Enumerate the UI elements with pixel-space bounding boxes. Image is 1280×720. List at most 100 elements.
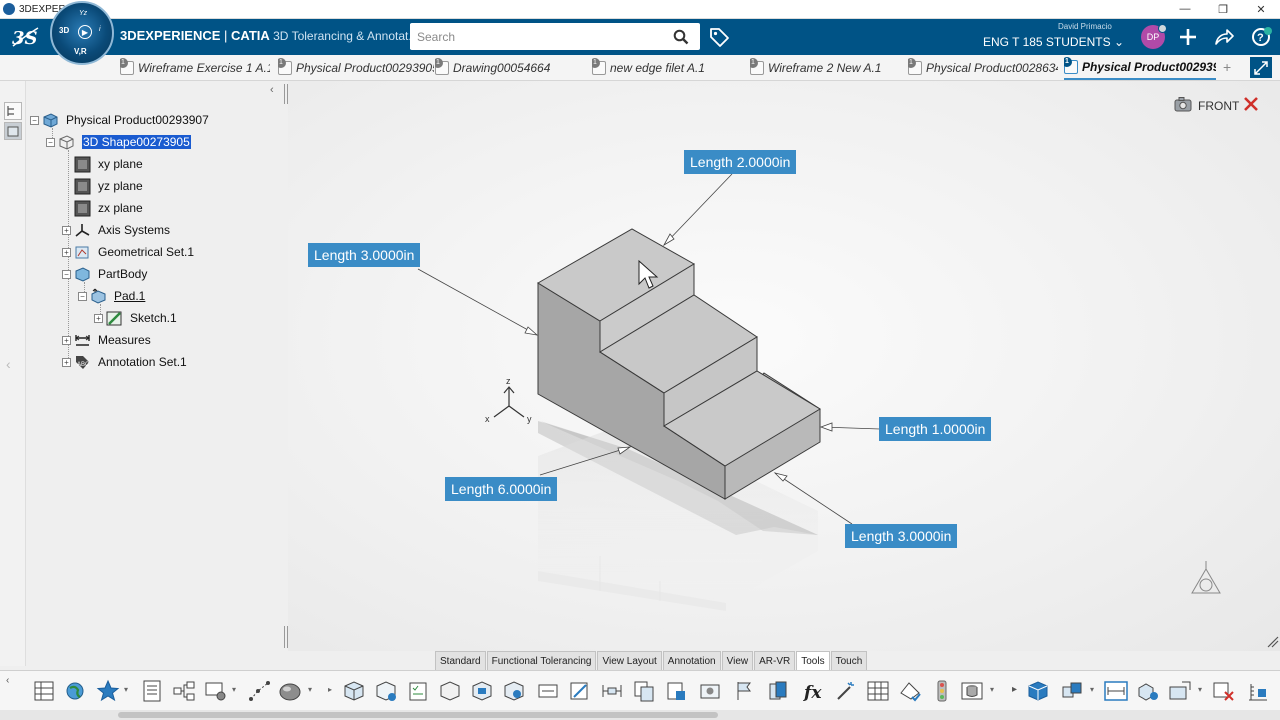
dimension-icon[interactable] [536, 679, 560, 703]
tree-node-axis-systems[interactable]: + Axis Systems [62, 220, 170, 240]
tree-node-measures[interactable]: + Measures [62, 330, 151, 350]
material-sphere-icon[interactable] [278, 679, 302, 703]
measure-item-icon[interactable] [1136, 679, 1160, 703]
globe-icon[interactable] [64, 679, 88, 703]
expand-icon[interactable]: + [62, 335, 71, 345]
paste-annotation-icon[interactable] [664, 679, 688, 703]
collapse-icon[interactable]: − [78, 291, 87, 301]
copy-annotation-icon[interactable] [632, 679, 656, 703]
measure-between-icon[interactable] [1104, 679, 1128, 703]
3d-view-icon[interactable] [1026, 679, 1050, 703]
tab-physical-product-286342[interactable]: 1 Physical Product00286342 [908, 55, 1058, 80]
datum-system-icon[interactable] [502, 679, 526, 703]
layer-view-button[interactable] [4, 122, 22, 140]
tab-drawing[interactable]: 1 Drawing00054664 [435, 55, 585, 80]
section-tab-touch[interactable]: Touch [830, 651, 868, 670]
toolbar-scrollbar[interactable] [0, 710, 1280, 720]
tree-view-button[interactable] [4, 102, 22, 120]
expand-icon[interactable]: + [62, 247, 71, 257]
chevron-down-icon[interactable]: ▾ [1090, 685, 1094, 694]
add-feature-icon[interactable] [374, 679, 398, 703]
dimension-callout[interactable]: Length 3.0000in [845, 524, 958, 548]
list-icon[interactable] [140, 679, 164, 703]
section-tab-standard[interactable]: Standard [435, 651, 486, 670]
tab-wireframe-exercise[interactable]: 1 Wireframe Exercise 1 A.1 [120, 55, 270, 80]
tree-node-3d-shape[interactable]: − 3D Shape00273905 [46, 132, 191, 152]
expand-icon[interactable]: + [62, 357, 71, 367]
tree-node-zx-plane[interactable]: zx plane [74, 198, 143, 218]
section-tab-tools[interactable]: Tools [796, 651, 830, 670]
table-icon[interactable] [866, 679, 890, 703]
expand-icon[interactable]: + [62, 225, 71, 235]
settings-panel-icon[interactable] [204, 679, 228, 703]
collapse-icon[interactable]: − [46, 137, 55, 147]
section-tab-view-layout[interactable]: View Layout [597, 651, 662, 670]
tree-structure-icon[interactable] [172, 679, 196, 703]
minimize-button[interactable]: — [1166, 0, 1204, 19]
panel-splitter[interactable] [284, 626, 288, 648]
chevron-down-icon[interactable]: ▾ [1198, 685, 1202, 694]
chevron-down-icon[interactable]: ▾ [124, 685, 128, 694]
datum-feature-icon[interactable] [470, 679, 494, 703]
resize-grip-icon[interactable] [1267, 636, 1279, 648]
compass-help-icon[interactable]: ? [1248, 24, 1274, 50]
tree-node-annotation-set[interactable]: + ABC Annotation Set.1 [62, 352, 187, 372]
section-tab-annotation[interactable]: Annotation [662, 651, 721, 670]
share-icon[interactable] [1211, 24, 1237, 50]
tree-node-physical-product[interactable]: − Physical Product00293907 [30, 110, 209, 130]
delete-annotation-icon[interactable] [1212, 679, 1236, 703]
tree-node-partbody[interactable]: − PartBody [62, 264, 147, 284]
maximize-icon[interactable] [1250, 57, 1272, 78]
collapse-tree-icon[interactable]: ‹ [270, 84, 274, 96]
add-icon[interactable] [1175, 24, 1201, 50]
tolerancing-part-icon[interactable] [342, 679, 366, 703]
star-icon[interactable] [96, 679, 120, 703]
dimension-callout[interactable]: Length 3.0000in [308, 243, 421, 267]
chevron-left-icon[interactable]: ‹ [6, 356, 11, 372]
tag-icon[interactable] [708, 26, 732, 48]
tree-node-xy-plane[interactable]: xy plane [74, 154, 143, 174]
dimension-callout[interactable]: Length 1.0000in [879, 417, 992, 441]
capture-icon[interactable] [698, 679, 722, 703]
collapse-icon[interactable]: − [30, 115, 39, 125]
chevron-right-icon[interactable]: ▸ [328, 685, 332, 694]
database-icon[interactable] [960, 679, 984, 703]
chevron-down-icon[interactable]: ▾ [990, 685, 994, 694]
dimension-callout[interactable]: Length 2.0000in [684, 150, 797, 174]
tab-wireframe-2[interactable]: 1 Wireframe 2 New A.1 [750, 55, 900, 80]
restore-button[interactable]: ❐ [1204, 0, 1242, 19]
section-tab-view[interactable]: View [721, 651, 754, 670]
section-tab-ar-vr[interactable]: AR-VR [754, 651, 796, 670]
tree-node-geometrical-set[interactable]: + Geometrical Set.1 [62, 242, 194, 262]
tree-node-yz-plane[interactable]: yz plane [74, 176, 143, 196]
tenant-selector[interactable]: ENG T 185 STUDENTS ⌄ [983, 35, 1124, 49]
new-tab-icon[interactable]: + [1223, 59, 1231, 75]
compass-widget[interactable]: Yz 3D i ▶ V,R [50, 1, 114, 65]
points-icon[interactable] [248, 679, 272, 703]
expand-icon[interactable]: + [94, 313, 103, 323]
play-icon[interactable]: ▶ [78, 25, 92, 39]
search-icon[interactable] [668, 24, 694, 49]
distance-icon[interactable] [600, 679, 624, 703]
view-orientation-icon[interactable] [1191, 561, 1221, 594]
3d-annotation-icon[interactable] [438, 679, 462, 703]
flag-note-icon[interactable] [734, 679, 758, 703]
dimension-callout[interactable]: Length 6.0000in [445, 477, 558, 501]
tab-new-edge-filet[interactable]: 1 new edge filet A.1 [592, 55, 742, 80]
traffic-light-icon[interactable] [930, 679, 954, 703]
geometry-check-icon[interactable] [898, 679, 922, 703]
scrollbar-thumb[interactable] [118, 712, 718, 718]
section-view-icon[interactable] [1168, 679, 1192, 703]
magic-wand-icon[interactable] [834, 679, 858, 703]
tree-node-pad[interactable]: − Pad.1 [78, 286, 145, 306]
panel-splitter[interactable] [284, 84, 288, 104]
chevron-right-icon[interactable]: ▸ [1012, 684, 1017, 695]
checklist-icon[interactable] [406, 679, 430, 703]
chevron-down-icon[interactable]: ▾ [232, 685, 236, 694]
formula-icon[interactable]: fx [802, 679, 826, 703]
table-properties-icon[interactable] [32, 679, 56, 703]
section-tab-functional-tolerancing[interactable]: Functional Tolerancing [486, 651, 597, 670]
sheets-icon[interactable] [766, 679, 790, 703]
assembly-icon[interactable] [1060, 679, 1084, 703]
search-input[interactable] [410, 24, 668, 49]
